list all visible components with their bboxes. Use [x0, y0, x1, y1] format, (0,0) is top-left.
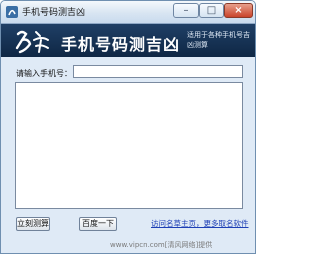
calculate-button[interactable]: 立刻测算: [16, 217, 50, 231]
maximize-button[interactable]: □: [199, 3, 224, 18]
name-brush-logo-icon: [15, 30, 49, 54]
app-icon: [6, 6, 18, 18]
watermark-text: www.vipcn.com[清风网络]提供: [110, 241, 213, 249]
phone-input[interactable]: [73, 65, 243, 78]
baidu-button[interactable]: 百度一下: [79, 217, 117, 231]
minimize-button[interactable]: –: [173, 3, 199, 18]
banner-subtitle: 适用于各种手机号吉凶测算: [187, 31, 250, 49]
phone-label: 请输入手机号：: [16, 69, 72, 78]
banner-title: 手机号码测吉凶: [61, 35, 181, 54]
window-title: 手机号码测吉凶: [22, 8, 86, 18]
title-bar[interactable]: 手机号码测吉凶 – □ ×: [1, 1, 255, 24]
app-window: 手机号码测吉凶 – □ × 手机号码测吉凶 适用于各种手机号吉凶测算 请输入手机…: [0, 0, 256, 254]
close-button[interactable]: ×: [224, 3, 253, 18]
homepage-link[interactable]: 访问名草主页，更多取名软件: [151, 218, 249, 229]
result-textarea[interactable]: [15, 82, 243, 209]
